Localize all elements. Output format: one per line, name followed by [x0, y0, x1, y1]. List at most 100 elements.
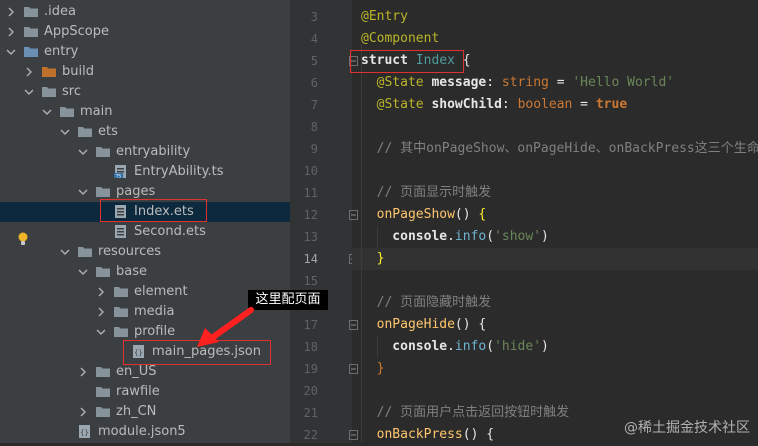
tree-item-label: entryability	[116, 144, 191, 159]
tree-item[interactable]: en_US	[0, 362, 290, 382]
tree-item[interactable]: .idea	[0, 2, 290, 22]
code-line[interactable]: // 页面隐藏时触发	[361, 292, 492, 314]
code-token: true	[595, 97, 628, 112]
editor-gutter: 345678910111213141516171819202122	[290, 0, 358, 443]
tree-item-label: EntryAbility.ts	[134, 164, 224, 179]
folder-icon	[96, 147, 110, 157]
chevron-down-icon[interactable]	[96, 327, 106, 337]
tree-item-label: build	[62, 64, 94, 79]
tree-item[interactable]: zh_CN	[0, 402, 290, 422]
tree-item[interactable]: {} module.json5	[0, 422, 290, 442]
line-number: 3	[310, 10, 318, 24]
code-token: :	[486, 75, 502, 90]
code-line[interactable]: onBackPress() {	[361, 424, 494, 443]
code-token: 'show'	[494, 229, 542, 244]
folder-icon	[78, 247, 92, 257]
chevron-right-icon[interactable]	[6, 27, 16, 37]
folder-icon	[96, 367, 110, 377]
tree-item[interactable]: rawfile	[0, 382, 290, 402]
code-line[interactable]: @Component	[361, 28, 439, 50]
index-ets-highlight-box	[100, 199, 207, 222]
ts-file-icon: TS	[114, 165, 126, 178]
chevron-right-icon[interactable]	[6, 7, 16, 17]
code-token: @State	[361, 75, 424, 90]
tree-item-label: ets	[98, 124, 118, 139]
code-token: .	[447, 229, 455, 244]
annotation-arrow-icon	[197, 307, 254, 347]
code-token: (	[486, 229, 495, 244]
tree-item-label: module.json5	[98, 424, 186, 439]
code-line[interactable]: console.info('show')	[361, 226, 549, 248]
chevron-right-icon[interactable]	[78, 367, 88, 377]
chevron-down-icon[interactable]	[42, 107, 52, 117]
chevron-down-icon[interactable]	[78, 267, 88, 277]
tree-item-label: zh_CN	[116, 404, 157, 419]
line-number: 18	[303, 340, 318, 354]
code-token: {	[478, 207, 487, 222]
code-line[interactable]: }	[361, 248, 385, 270]
tree-item[interactable]: build	[0, 62, 290, 82]
folder-icon	[96, 407, 110, 417]
chevron-right-icon[interactable]	[24, 67, 34, 77]
code-line[interactable]: @State message: string = 'Hello World'	[361, 72, 674, 94]
chevron-down-icon[interactable]	[78, 147, 88, 157]
ets-file-icon	[115, 225, 126, 238]
code-line[interactable]: console.info('hide')	[361, 336, 549, 358]
code-token: info	[454, 229, 487, 244]
chevron-right-icon[interactable]	[96, 307, 106, 317]
tree-item[interactable]: element	[0, 282, 290, 302]
tree-item[interactable]: src	[0, 82, 290, 102]
chevron-down-icon[interactable]	[24, 87, 34, 97]
code-token: :	[501, 97, 518, 112]
tree-item-label: AppScope	[44, 24, 109, 39]
tree-item[interactable]: entryability	[0, 142, 290, 162]
code-token: // 页面显示时触发	[361, 185, 492, 200]
folder-icon	[24, 27, 38, 37]
code-token: }	[376, 251, 385, 266]
code-line[interactable]: // 其中onPageShow、onPageHide、onBackPress这三…	[361, 138, 758, 160]
folder-icon	[60, 107, 74, 117]
code-line[interactable]: // 页面显示时触发	[361, 182, 492, 204]
code-line[interactable]: onPageShow() {	[361, 204, 487, 226]
chevron-down-icon[interactable]	[6, 47, 16, 57]
tree-item-label: rawfile	[116, 384, 160, 399]
folder-icon	[42, 87, 56, 97]
chevron-right-icon[interactable]	[78, 407, 88, 417]
tree-item[interactable]: ets	[0, 122, 290, 142]
code-line[interactable]: // 页面用户点击返回按钮时触发	[361, 402, 570, 424]
line-number: 15	[303, 274, 318, 288]
tree-item-label: .idea	[44, 4, 76, 19]
chevron-right-icon[interactable]	[96, 287, 106, 297]
lightbulb-icon[interactable]	[18, 232, 28, 246]
code-line[interactable]: onPageHide() {	[361, 314, 487, 336]
line-number: 5	[310, 54, 318, 68]
folder-icon	[24, 7, 38, 17]
folder-icon	[78, 127, 92, 137]
tree-item[interactable]: TS EntryAbility.ts	[0, 162, 290, 182]
tree-item[interactable]: main	[0, 102, 290, 122]
tree-item[interactable]: base	[0, 262, 290, 282]
line-number: 13	[303, 230, 318, 244]
chevron-down-icon[interactable]	[60, 247, 70, 257]
chevron-down-icon[interactable]	[60, 127, 70, 137]
tree-item[interactable]: AppScope	[0, 22, 290, 42]
tree-item[interactable]: entry	[0, 42, 290, 62]
line-number: 14	[303, 252, 318, 266]
code-token: console	[361, 339, 448, 354]
code-line[interactable]: }	[361, 358, 385, 380]
annotation-callout: 这里配页面	[248, 290, 328, 310]
line-number: 8	[310, 120, 318, 134]
code-line[interactable]: @Entry	[361, 6, 408, 28]
code-token: // 其中onPageShow、onPageHide、onBackPress这三…	[361, 141, 758, 156]
code-token: =	[572, 97, 596, 112]
tree-item[interactable]: Second.ets	[0, 222, 290, 242]
line-number: 11	[303, 186, 318, 200]
chevron-down-icon[interactable]	[78, 187, 88, 197]
line-number: 6	[310, 76, 318, 90]
tree-item[interactable]: resources	[0, 242, 290, 262]
code-token: @State	[361, 97, 424, 112]
tree-item-label: resources	[98, 244, 162, 259]
line-number: 20	[303, 384, 318, 398]
code-line[interactable]: @State showChild: boolean = true	[361, 94, 628, 116]
folder-icon	[114, 327, 128, 337]
